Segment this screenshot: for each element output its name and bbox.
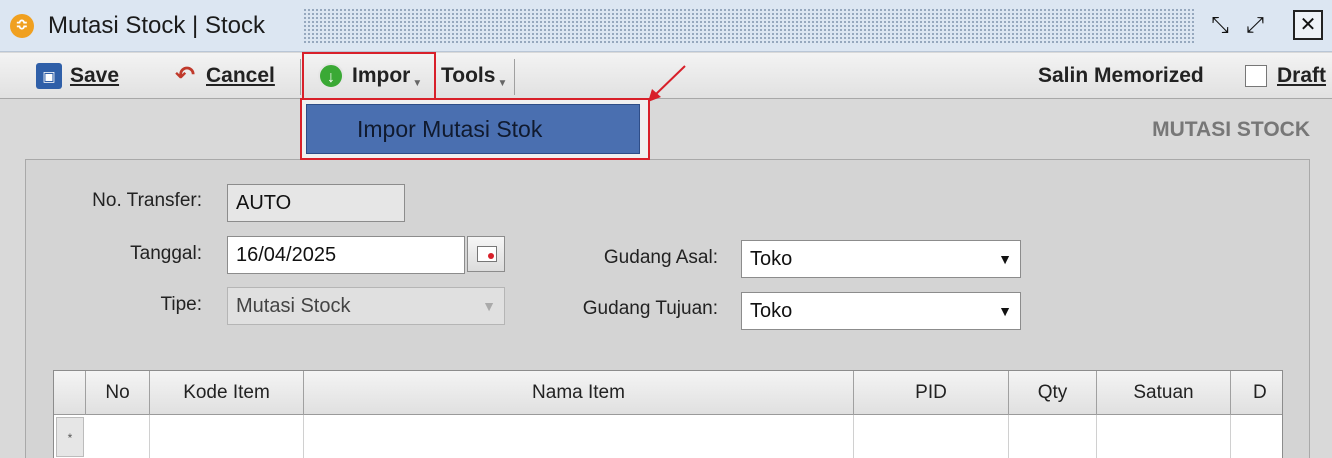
title-bar-drag-area[interactable] [303,8,1195,44]
gudang-tujuan-select-value: Toko [750,300,793,322]
no-transfer-label: No. Transfer: [92,190,202,211]
toolbar-separator [300,59,301,95]
tipe-select-value: Mutasi Stock [236,295,351,317]
column-header[interactable]: Qty [1009,371,1097,415]
grid-cell[interactable] [304,415,854,458]
toolbar-separator [514,59,515,95]
items-grid[interactable]: No Kode Item Nama Item PID Qty Satuan D … [53,370,1283,458]
salin-memorized-button[interactable]: Salin Memorized [1038,53,1204,99]
grid-corner [54,371,86,415]
column-header[interactable]: PID [854,371,1009,415]
column-header[interactable]: Nama Item [304,371,854,415]
grid-cell[interactable] [1009,415,1097,458]
grid-cell[interactable] [1231,415,1282,458]
chevron-down-icon: ▼ [998,303,1012,319]
menu-item-impor-mutasi-stok[interactable]: Impor Mutasi Stok [306,104,640,154]
floppy-disk-icon: ▣ [36,63,62,89]
no-transfer-field[interactable]: AUTO [227,184,405,222]
impor-highlight-box [302,52,436,100]
draft-checkbox-label: Draft [1277,64,1327,87]
chevron-down-icon: ▼ [482,298,496,314]
chevron-down-icon: ▼ [998,251,1012,267]
annotation-arrow-icon [648,65,686,102]
app-logo-icon: ≎ [10,14,34,38]
grid-cell[interactable] [150,415,304,458]
draft-checkbox[interactable]: Draft [1245,53,1326,99]
window-title: Mutasi Stock | Stock [48,12,265,39]
tipe-label: Tipe: [160,294,202,315]
save-button[interactable]: ▣ Save [36,53,119,99]
tanggal-input[interactable]: 16/04/2025 [227,236,465,274]
new-row-indicator: * [56,417,84,457]
tools-button-label: Tools [441,64,496,87]
undo-arrow-icon: ↶ [174,62,196,89]
tipe-select: Mutasi Stock ▼ [227,287,505,325]
title-bar: ≎ Mutasi Stock | Stock ⤡ ⤢ ✕ [0,0,1332,52]
page-title: MUTASI STOCK [1152,118,1310,141]
column-header[interactable]: No [86,371,150,415]
grid-cell[interactable] [854,415,1009,458]
grid-cell[interactable] [86,415,150,458]
tanggal-label: Tanggal: [130,243,202,264]
calendar-button[interactable] [467,236,505,272]
column-header[interactable]: Kode Item [150,371,304,415]
gudang-asal-select-value: Toko [750,248,793,270]
grid-cell[interactable] [1097,415,1231,458]
cancel-button-label: Cancel [206,64,275,87]
close-icon[interactable]: ✕ [1293,10,1323,40]
save-button-label: Save [70,64,120,87]
grid-header: No Kode Item Nama Item PID Qty Satuan D [54,371,1282,415]
column-header[interactable]: Satuan [1097,371,1231,415]
draft-checkbox-box[interactable] [1245,65,1267,87]
column-header[interactable]: D [1231,371,1282,415]
gudang-tujuan-label: Gudang Tujuan: [582,298,718,319]
chevron-down-icon: ▼ [497,77,508,89]
maximize-icon[interactable]: ⤢ [1240,10,1270,40]
gudang-tujuan-select[interactable]: Toko ▼ [741,292,1021,330]
tools-button[interactable]: Tools ▼ [441,53,507,99]
restore-icon[interactable]: ⤡ [1205,10,1235,40]
gudang-asal-label: Gudang Asal: [603,247,718,268]
cancel-button[interactable]: ↶ Cancel [172,53,275,99]
calendar-icon [477,246,497,262]
gudang-asal-select[interactable]: Toko ▼ [741,240,1021,278]
